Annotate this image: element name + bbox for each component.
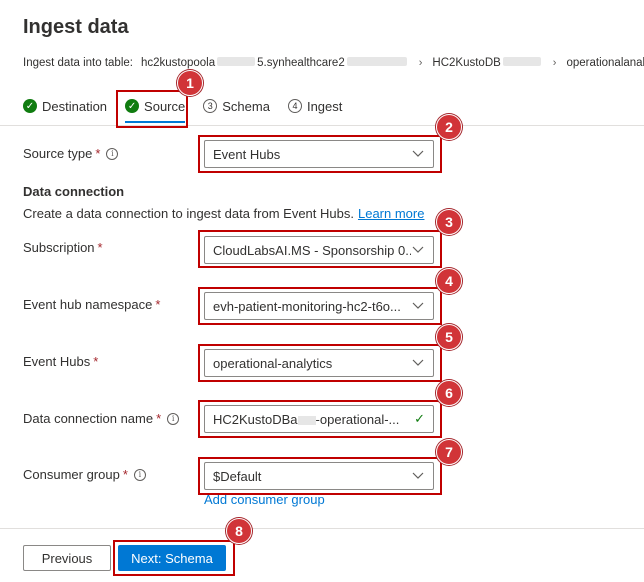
subscription-label: Subscription * — [23, 240, 103, 255]
data-connection-name-label: Data connection name * i — [23, 411, 180, 426]
annotation-badge: 5 — [436, 324, 462, 350]
annotation-box — [198, 287, 442, 325]
info-icon[interactable]: i — [133, 468, 146, 481]
learn-more-link[interactable]: Learn more — [358, 206, 424, 221]
annotation-box — [198, 400, 442, 438]
step-number-icon: 3 — [203, 99, 218, 113]
consumer-group-label: Consumer group * i — [23, 467, 146, 482]
chevron-right-icon: › — [418, 57, 423, 69]
redacted-text — [346, 57, 407, 66]
tab-destination[interactable]: ✓ Destination — [23, 93, 107, 119]
redacted-text — [502, 57, 541, 66]
tab-ingest[interactable]: 4 Ingest — [287, 93, 342, 119]
divider — [0, 528, 644, 529]
wizard-tabs: ✓ Destination ✓ Source 3 Schema 4 Ingest — [23, 93, 360, 123]
annotation-badge: 4 — [436, 268, 462, 294]
annotation-box — [116, 90, 188, 128]
tab-schema[interactable]: 3 Schema — [203, 93, 270, 119]
breadcrumb-item-database[interactable]: HC2KustoDB — [432, 57, 542, 69]
event-hubs-label: Event Hubs * — [23, 354, 99, 369]
annotation-badge: 1 — [177, 70, 203, 96]
annotation-box — [198, 344, 442, 382]
annotation-badge: 8 — [226, 518, 252, 544]
previous-button[interactable]: Previous — [23, 545, 111, 571]
annotation-box — [198, 457, 442, 495]
chevron-right-icon: › — [552, 57, 557, 69]
check-circle-icon: ✓ — [23, 99, 37, 113]
step-number-icon: 4 — [287, 99, 302, 113]
annotation-box — [113, 540, 235, 576]
info-icon[interactable]: i — [167, 412, 180, 425]
breadcrumb-item-table[interactable]: operationalanalytics — [566, 57, 644, 69]
redacted-text — [217, 57, 256, 66]
annotation-badge: 7 — [436, 439, 462, 465]
annotation-badge: 3 — [436, 209, 462, 235]
breadcrumb-item-cluster[interactable]: hc2kustopoola 5.synhealthcare2 — [141, 57, 409, 69]
annotation-badge: 2 — [436, 114, 462, 140]
data-connection-heading: Data connection — [23, 184, 125, 199]
info-icon[interactable]: i — [106, 147, 119, 160]
source-type-label: Source type * i — [23, 146, 119, 161]
annotation-badge: 6 — [436, 380, 462, 406]
data-connection-description: Create a data connection to ingest data … — [23, 206, 425, 221]
annotation-box — [198, 135, 442, 173]
divider — [0, 125, 644, 126]
breadcrumb-label: Ingest data into table: — [23, 57, 133, 69]
breadcrumb: Ingest data into table: hc2kustopoola 5.s… — [23, 57, 644, 69]
page-title: Ingest data — [23, 16, 129, 38]
event-hub-namespace-label: Event hub namespace * — [23, 297, 161, 312]
annotation-box — [198, 230, 442, 268]
